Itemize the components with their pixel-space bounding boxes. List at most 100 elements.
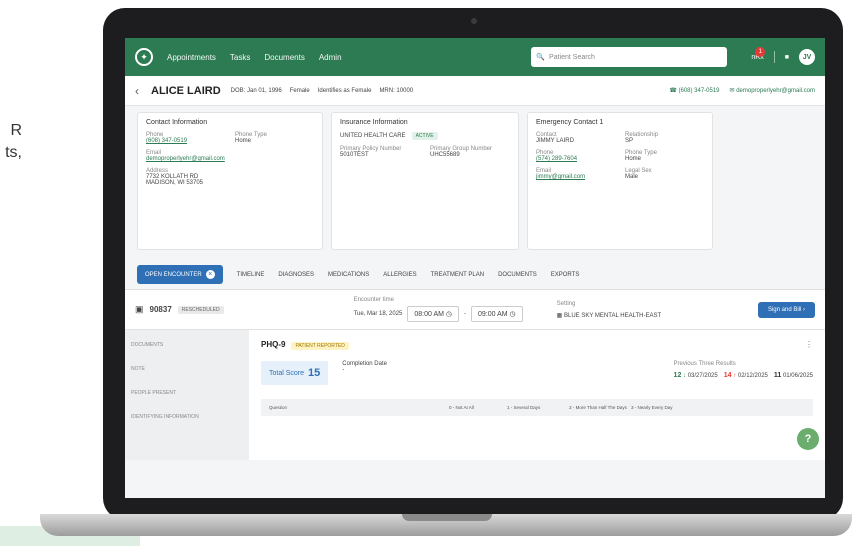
previous-date: 03/27/2025 bbox=[687, 373, 718, 379]
app-logo-icon[interactable]: ✦ bbox=[135, 48, 153, 66]
start-time-input[interactable]: 08:00 AM ◷ bbox=[407, 306, 460, 322]
sign-and-bill-button[interactable]: Sign and Bill › bbox=[757, 301, 815, 318]
clock-icon: ◷ bbox=[509, 311, 516, 318]
insurance-company: UNITED HEALTH CARE bbox=[340, 133, 406, 139]
info-cards: Contact Information Phone (608) 347-0519 … bbox=[125, 106, 825, 256]
tab-allergies[interactable]: ALLERGIES bbox=[383, 272, 416, 278]
completion-value: - bbox=[342, 367, 345, 373]
contact-address-line2: MADISON, WI 53705 bbox=[146, 180, 204, 186]
previous-result: 14 ↑ 02/12/2025 bbox=[724, 372, 768, 379]
policy-number: 5010TEST bbox=[340, 152, 369, 158]
contact-email[interactable]: demoproperlyehr@gmail.com bbox=[146, 156, 314, 162]
trend-down-icon: ↓ bbox=[683, 373, 687, 379]
more-options-icon[interactable]: ⋮ bbox=[805, 340, 813, 349]
note-sections-nav: DOCUMENTS NOTE PEOPLE PRESENT IDENTIFYIN… bbox=[125, 330, 249, 460]
status-badge: ACTIVE bbox=[411, 132, 438, 140]
close-icon[interactable]: × bbox=[205, 270, 215, 279]
contact-card-title: Contact Information bbox=[146, 119, 208, 126]
previous-date: 02/12/2025 bbox=[737, 373, 768, 379]
phq-title: PHQ-9 bbox=[261, 340, 286, 349]
emergency-phone-type: Home bbox=[625, 156, 642, 162]
tab-medications[interactable]: MEDICATIONS bbox=[328, 272, 369, 278]
section-documents[interactable]: DOCUMENTS bbox=[131, 342, 243, 348]
patient-search-input[interactable]: 🔍 Patient Search bbox=[531, 47, 728, 67]
label: Encounter time bbox=[353, 297, 394, 303]
previous-result: 12 ↓ 03/27/2025 bbox=[674, 372, 718, 379]
encounter-date[interactable]: Tue, Mar 18, 2025 bbox=[354, 311, 403, 317]
patient-sex: Female bbox=[289, 87, 310, 94]
notifications-button[interactable]: nRx 1 bbox=[751, 46, 766, 61]
setting-value[interactable]: BLUE SKY MENTAL HEALTH-EAST bbox=[564, 313, 661, 319]
emergency-card: Emergency Contact 1 Contact JIMMY LAIRD R… bbox=[527, 112, 713, 250]
total-score: Total Score 15 bbox=[261, 361, 329, 385]
completion-date: Completion Date - bbox=[342, 361, 387, 373]
laptop-lid: ✦ Appointments Tasks Documents Admin 🔍 P… bbox=[103, 8, 843, 520]
column-header: Question bbox=[269, 405, 288, 410]
laptop-notch bbox=[402, 514, 492, 521]
column-header: 3 - Nearly Every Day bbox=[631, 405, 673, 410]
emergency-phone[interactable]: (574) 289-7604 bbox=[536, 156, 615, 162]
time-dash: - bbox=[464, 311, 467, 317]
notification-badge: 1 bbox=[755, 46, 766, 57]
previous-score: 12 bbox=[673, 372, 682, 379]
emergency-relationship: SP bbox=[625, 138, 634, 144]
sign-and-bill-label: Sign and Bill bbox=[767, 306, 802, 313]
emergency-legal-sex: Male bbox=[625, 174, 639, 180]
tab-timeline[interactable]: TIMELINE bbox=[237, 272, 265, 278]
emergency-email[interactable]: jimmy@gmail.com bbox=[536, 174, 615, 180]
encounter-time: Encounter time Tue, Mar 18, 2025 08:00 A… bbox=[354, 297, 523, 322]
back-chevron-icon[interactable]: ‹ bbox=[135, 84, 139, 98]
start-time: 08:00 AM bbox=[414, 311, 444, 318]
phq-panel: PHQ-9 PATIENT REPORTED ⋮ Total Score 15 C… bbox=[249, 330, 825, 460]
column-header: 1 - Several Days bbox=[507, 405, 541, 410]
clock-icon: ◷ bbox=[445, 311, 453, 318]
nav-tasks[interactable]: Tasks bbox=[230, 53, 250, 62]
encounter-setting: Setting ▦ BLUE SKY MENTAL HEALTH-EAST bbox=[557, 301, 661, 319]
app-screen: ✦ Appointments Tasks Documents Admin 🔍 P… bbox=[125, 38, 825, 498]
tab-documents[interactable]: DOCUMENTS bbox=[498, 272, 537, 278]
patient-email[interactable]: ✉ demoproperlyehr@gmail.com bbox=[730, 87, 816, 94]
tab-open-encounter[interactable]: OPEN ENCOUNTER × bbox=[137, 265, 223, 284]
nav-appointments[interactable]: Appointments bbox=[167, 53, 216, 62]
group-number: UHC55689 bbox=[430, 152, 460, 158]
section-identifying-information[interactable]: IDENTIFYING INFORMATION bbox=[131, 414, 243, 420]
emergency-card-title: Emergency Contact 1 bbox=[536, 119, 604, 126]
previous-result: 11 01/06/2025 bbox=[774, 372, 813, 379]
trend-up-icon: ↑ bbox=[733, 373, 737, 379]
status-badge: RESCHEDULED bbox=[177, 305, 224, 314]
laptop-base bbox=[40, 514, 852, 536]
emergency-contact-name: JIMMY LAIRD bbox=[536, 138, 574, 144]
encounter-code: 90837 bbox=[149, 305, 172, 314]
patient-gender-identity: Identifies as Female bbox=[317, 87, 372, 94]
top-nav: ✦ Appointments Tasks Documents Admin 🔍 P… bbox=[125, 38, 825, 76]
search-icon: 🔍 bbox=[536, 54, 546, 61]
column-header: 2 - More Than Half The Days bbox=[569, 405, 627, 410]
section-note[interactable]: NOTE bbox=[131, 366, 243, 372]
calendar-icon: ▣ bbox=[135, 304, 144, 314]
previous-score: 11 bbox=[773, 372, 782, 379]
tab-treatment-plan[interactable]: TREATMENT PLAN bbox=[431, 272, 484, 278]
previous-results-label: Previous Three Results bbox=[673, 361, 736, 367]
nav-documents[interactable]: Documents bbox=[264, 53, 304, 62]
help-button[interactable]: ? bbox=[797, 428, 819, 450]
status-badge: PATIENT REPORTED bbox=[291, 342, 349, 350]
completion-label: Completion Date bbox=[342, 361, 387, 367]
camera-icon bbox=[471, 18, 477, 24]
nav-right-group: nRx 1 ■ JV bbox=[751, 46, 815, 65]
question-table-header: Question 0 - Not At All 1 - Several Days… bbox=[261, 399, 813, 416]
contact-phone[interactable]: (608) 347-0519 bbox=[146, 138, 225, 144]
tab-exports[interactable]: EXPORTS bbox=[551, 272, 580, 278]
section-people-present[interactable]: PEOPLE PRESENT bbox=[131, 390, 243, 396]
messages-icon[interactable]: ■ bbox=[785, 54, 789, 61]
side-caption-line: R bbox=[10, 122, 22, 139]
tab-diagnoses[interactable]: DIAGNOSES bbox=[278, 272, 314, 278]
nav-divider bbox=[773, 51, 775, 63]
user-avatar[interactable]: JV bbox=[799, 49, 815, 65]
patient-mrn: MRN: 10000 bbox=[379, 87, 414, 94]
patient-phone[interactable]: ☎ (608) 347-0519 bbox=[669, 87, 719, 94]
search-placeholder: Patient Search bbox=[549, 53, 595, 61]
encounter-bar: ▣ 90837 RESCHEDULED Encounter time Tue, … bbox=[125, 290, 825, 330]
nav-admin[interactable]: Admin bbox=[319, 53, 342, 62]
contact-card: Contact Information Phone (608) 347-0519 … bbox=[137, 112, 323, 250]
end-time-input[interactable]: 09:00 AM ◷ bbox=[471, 306, 523, 322]
